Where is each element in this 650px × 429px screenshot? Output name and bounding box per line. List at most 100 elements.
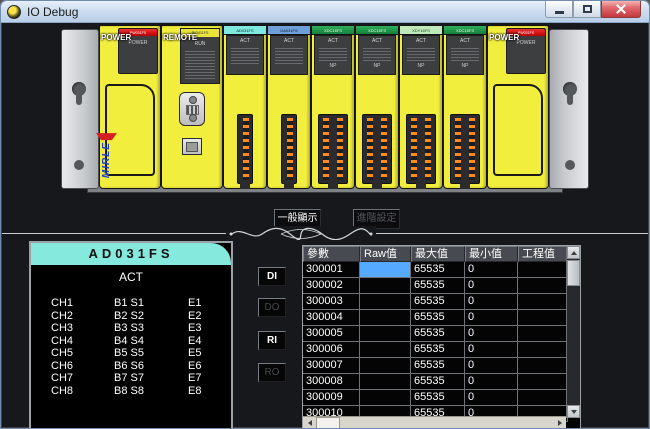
panel-label: ACT: [315, 38, 351, 44]
maximize-button[interactable]: [573, 1, 601, 18]
rack-modules: POWER PW031FS POWER MIRLE REMOTE RIO411F…: [99, 25, 549, 189]
cell-max[interactable]: 65535: [411, 294, 465, 310]
titlebar[interactable]: IO Debug: [1, 1, 649, 23]
terminal-pins: [323, 118, 329, 180]
power-label-right: POWER: [489, 33, 519, 42]
cell-eng[interactable]: [518, 390, 568, 406]
close-button[interactable]: [601, 1, 641, 18]
cell-min[interactable]: 0: [465, 278, 518, 294]
cell-max[interactable]: 65535: [411, 278, 465, 294]
cell-max[interactable]: 65535: [411, 310, 465, 326]
status-panel: ACT NP: [402, 35, 440, 75]
module-power-right[interactable]: POWER PW031FS POWER: [487, 25, 549, 189]
ro-button[interactable]: RO: [258, 363, 286, 382]
e-label: E4: [188, 335, 231, 348]
do-button[interactable]: DO: [258, 298, 286, 317]
cell-raw[interactable]: [360, 278, 411, 294]
module-xdc16fs-2[interactable]: XDC16FS ACT NP: [355, 25, 399, 189]
horizontal-scrollbar[interactable]: [303, 416, 566, 429]
e-label: E1: [188, 297, 231, 310]
cell-max[interactable]: 65535: [411, 374, 465, 390]
table-row: 300001 65535 0: [303, 262, 580, 278]
scroll-left-button[interactable]: [303, 417, 316, 429]
module-power-left[interactable]: POWER PW031FS POWER MIRLE: [99, 25, 161, 189]
bs-label: B1 S1: [114, 297, 188, 310]
cell-eng[interactable]: [518, 294, 568, 310]
cell-param[interactable]: 300007: [303, 358, 360, 374]
cell-min[interactable]: 0: [465, 342, 518, 358]
cell-min[interactable]: 0: [465, 294, 518, 310]
module-xdc16fs-1[interactable]: XDC16FS ACT NP: [311, 25, 355, 189]
np-label: NP: [315, 63, 351, 69]
col-header-raw: Raw值: [360, 246, 411, 262]
pin-legend: [363, 46, 391, 62]
panel-label: ACT: [227, 38, 263, 44]
cell-eng[interactable]: [518, 374, 568, 390]
terminal-block: [237, 114, 253, 184]
cell-eng[interactable]: [518, 262, 568, 278]
cell-min[interactable]: 0: [465, 390, 518, 406]
cell-raw[interactable]: [360, 310, 411, 326]
module-xdy16fs[interactable]: XDY16FS ACT NP: [399, 25, 443, 189]
vertical-scroll-thumb[interactable]: [567, 260, 580, 286]
cell-max[interactable]: 65535: [411, 326, 465, 342]
terminal-pins: [243, 118, 249, 180]
table-row: 300006 65535 0: [303, 342, 580, 358]
cell-eng[interactable]: [518, 326, 568, 342]
channel-label: CH4: [51, 335, 114, 348]
module-da031fs[interactable]: DA031FS ACT: [267, 25, 311, 189]
minimize-icon: [555, 11, 564, 14]
cell-min[interactable]: 0: [465, 326, 518, 342]
vertical-scrollbar[interactable]: [566, 246, 580, 418]
cell-eng[interactable]: [518, 342, 568, 358]
cell-param[interactable]: 300002: [303, 278, 360, 294]
cell-max[interactable]: 65535: [411, 342, 465, 358]
cell-raw-selected[interactable]: [360, 262, 411, 278]
cell-min[interactable]: 0: [465, 310, 518, 326]
cell-param[interactable]: 300008: [303, 374, 360, 390]
cell-eng[interactable]: [518, 358, 568, 374]
cell-param[interactable]: 300005: [303, 326, 360, 342]
cell-min[interactable]: 0: [465, 358, 518, 374]
cell-param[interactable]: 300006: [303, 342, 360, 358]
panel-label: ACT: [359, 38, 395, 44]
cell-param[interactable]: 300003: [303, 294, 360, 310]
module-ad031fs[interactable]: AD031FS ACT: [223, 25, 267, 189]
cell-param[interactable]: 300004: [303, 310, 360, 326]
cell-min[interactable]: 0: [465, 262, 518, 278]
scroll-up-button[interactable]: [567, 246, 580, 259]
cell-max[interactable]: 65535: [411, 262, 465, 278]
e-label: E6: [188, 360, 231, 373]
cell-eng[interactable]: [518, 278, 568, 294]
np-label: NP: [359, 63, 395, 69]
minimize-button[interactable]: [545, 1, 573, 18]
cell-raw[interactable]: [360, 390, 411, 406]
table-row: 300003 65535 0: [303, 294, 580, 310]
di-button[interactable]: DI: [258, 267, 286, 286]
cell-raw[interactable]: [360, 294, 411, 310]
cell-max[interactable]: 65535: [411, 358, 465, 374]
table-row: 300002 65535 0: [303, 278, 580, 294]
table-header-row: 參數 Raw值 最大值 最小值 工程值: [303, 246, 580, 262]
module-xdc16fs-3[interactable]: XDC16FS ACT NP: [443, 25, 487, 189]
table-body: 300001 65535 0 300002 65535 0 300003 655…: [303, 262, 580, 422]
channel-row: CH3B3 S3E3: [51, 322, 231, 335]
cell-raw[interactable]: [360, 374, 411, 390]
maximize-icon: [583, 5, 592, 13]
app-icon: [7, 5, 21, 19]
cell-param[interactable]: 300009: [303, 390, 360, 406]
scroll-right-button[interactable]: [553, 417, 566, 429]
scroll-down-button[interactable]: [567, 405, 580, 418]
cell-eng[interactable]: [518, 310, 568, 326]
ri-button[interactable]: RI: [258, 331, 286, 350]
module-remote-cpu[interactable]: REMOTE RIO411FS RUN: [161, 25, 223, 189]
cell-raw[interactable]: [360, 342, 411, 358]
cell-raw[interactable]: [360, 358, 411, 374]
cell-min[interactable]: 0: [465, 374, 518, 390]
cell-raw[interactable]: [360, 326, 411, 342]
cell-param[interactable]: 300001: [303, 262, 360, 278]
cell-max[interactable]: 65535: [411, 390, 465, 406]
horizontal-scroll-thumb[interactable]: [316, 417, 340, 429]
channel-row: CH6B6 S6E6: [51, 360, 231, 373]
mount-hole: [565, 160, 575, 170]
